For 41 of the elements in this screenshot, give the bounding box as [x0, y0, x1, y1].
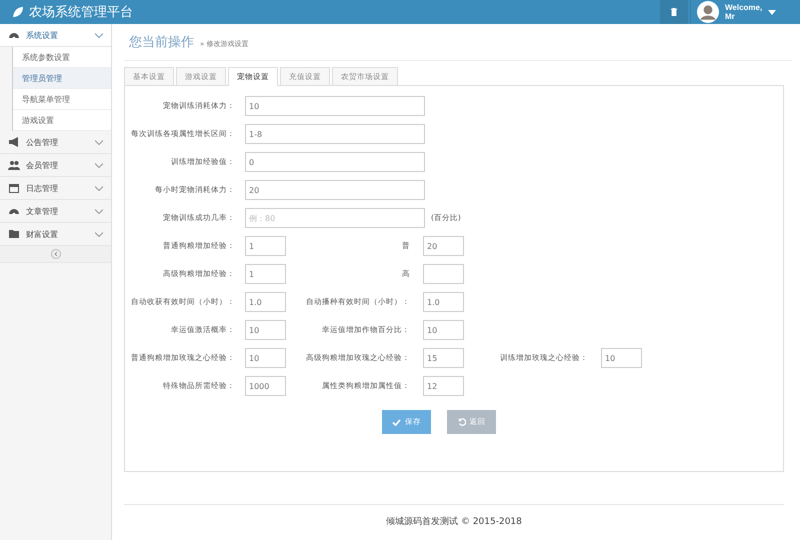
caret-icon: [768, 10, 776, 14]
undo-icon: [458, 418, 466, 426]
chevron-icon: [95, 186, 103, 190]
input-field[interactable]: 1.0: [423, 292, 464, 312]
input-field[interactable]: 10: [245, 320, 286, 340]
users-icon: [8, 159, 20, 171]
sidebar-item[interactable]: 管理员管理: [13, 68, 111, 89]
app-title: 农场系统管理平台: [29, 4, 133, 21]
input-field[interactable]: 1: [245, 264, 286, 284]
input-field[interactable]: 1.0: [245, 292, 286, 312]
chevron-icon: [95, 140, 103, 144]
megaphone-icon: [8, 136, 20, 148]
input-field[interactable]: 例：80: [245, 208, 425, 228]
trash-button[interactable]: [660, 0, 688, 24]
page-title: 您当前操作: [129, 34, 194, 51]
footer-text: 倾城源码首发测试 © 2015-2018: [386, 517, 522, 527]
chevron-left-icon: [50, 249, 60, 259]
input-field[interactable]: 1000: [245, 376, 286, 396]
folder-icon: [8, 228, 20, 240]
input-field[interactable]: 1: [245, 236, 286, 256]
calendar-icon: [8, 182, 20, 194]
chevron-icon: [95, 162, 103, 168]
chevron-icon: [95, 232, 103, 236]
check-icon: [392, 418, 401, 426]
chevron-icon: [95, 208, 103, 214]
input-field[interactable]: 10: [423, 320, 464, 340]
trash-icon: [670, 7, 678, 17]
input-field[interactable]: 1-8: [245, 124, 425, 144]
input-field[interactable]: 10: [245, 96, 425, 116]
collapse-button[interactable]: [50, 249, 60, 259]
input-field[interactable]: 15: [423, 348, 464, 368]
input-field[interactable]: 10: [601, 348, 642, 368]
input-field[interactable]: 20: [245, 180, 425, 200]
chevron-icon: [95, 32, 103, 38]
leaf-icon: [12, 6, 24, 18]
input-field[interactable]: 12: [423, 376, 464, 396]
input-field[interactable]: 20: [423, 236, 464, 256]
input-field[interactable]: 10: [245, 348, 286, 368]
sidebar-group[interactable]: 系统设置: [0, 24, 111, 47]
input-field[interactable]: [423, 264, 464, 284]
input-field[interactable]: 0: [245, 152, 425, 172]
